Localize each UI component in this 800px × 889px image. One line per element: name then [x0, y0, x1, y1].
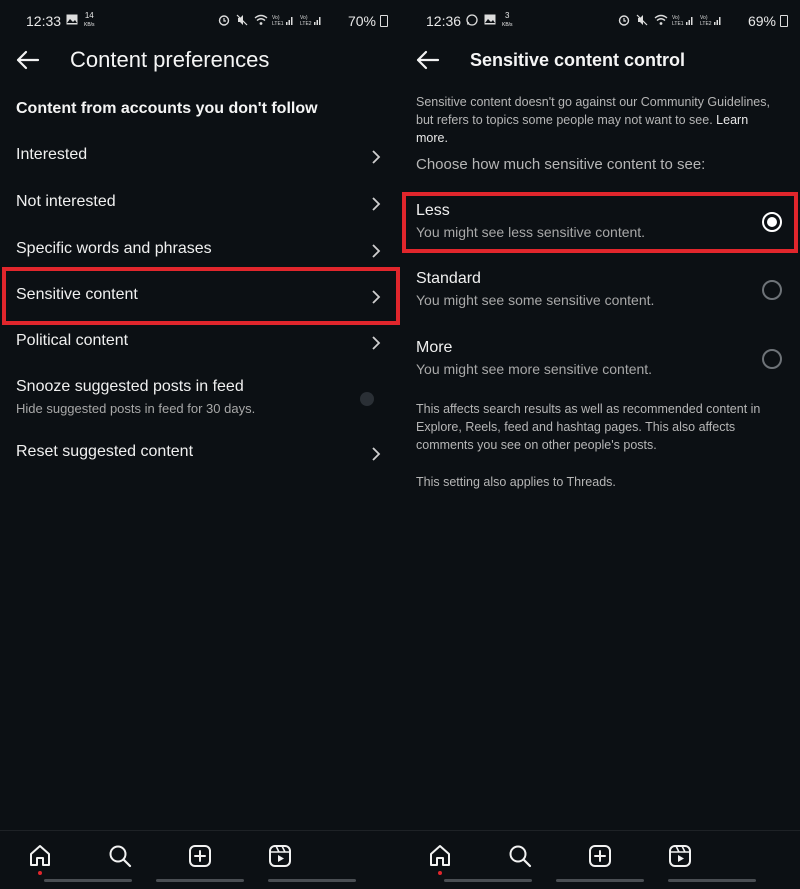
- page-title: Content preferences: [70, 47, 270, 72]
- create-icon[interactable]: [587, 843, 613, 869]
- menu-item-interested[interactable]: Interested: [0, 134, 400, 180]
- menu-item-label: Snooze suggested posts in feed: [16, 378, 244, 395]
- gesture-bar: [156, 879, 244, 882]
- reels-icon[interactable]: [267, 843, 293, 869]
- gallery-icon: [66, 14, 78, 28]
- menu-item-sublabel: Hide suggested posts in feed for 30 days…: [16, 401, 256, 416]
- menu-item-sensitive-content[interactable]: Sensitive content: [0, 274, 400, 320]
- notification-dot: [38, 871, 42, 875]
- chevron-right-icon: [370, 335, 382, 351]
- battery-icon: [380, 15, 388, 27]
- status-time: 12:33: [26, 13, 62, 29]
- notification-dot: [438, 871, 442, 875]
- chevron-right-icon: [370, 289, 382, 305]
- network-speed: 3 KB/s: [502, 11, 513, 29]
- gesture-bar: [268, 879, 356, 882]
- home-icon[interactable]: [427, 843, 453, 869]
- chevron-right-icon: [370, 149, 382, 165]
- menu-item-label: Sensitive content: [16, 286, 138, 303]
- network-speed: 14 KB/s: [84, 11, 95, 29]
- option-more[interactable]: More You might see more sensitive conten…: [400, 329, 800, 389]
- radio-selected[interactable]: [762, 212, 782, 232]
- whatsapp-icon: [466, 14, 478, 29]
- battery-percent: 70%: [347, 13, 376, 29]
- gesture-bar: [556, 879, 644, 882]
- chevron-right-icon: [370, 446, 382, 462]
- status-time: 12:36: [426, 13, 462, 29]
- create-icon[interactable]: [187, 843, 213, 869]
- menu-item-reset[interactable]: Reset suggested content: [0, 431, 400, 477]
- svg-text:LTE2: LTE2: [700, 21, 712, 26]
- menu-item-label: Reset suggested content: [16, 443, 194, 460]
- bottom-nav: [0, 830, 400, 889]
- section-heading: Content from accounts you don't follow: [16, 100, 318, 117]
- menu-item-snooze[interactable]: Snooze suggested posts in feed Hide sugg…: [0, 366, 400, 422]
- option-sublabel: You might see more sensitive content.: [416, 361, 653, 377]
- search-icon[interactable]: [107, 843, 133, 869]
- gesture-bar: [444, 879, 532, 882]
- signal-sim1-icon: Vo) LTE1: [272, 14, 293, 27]
- alarm-icon: [218, 14, 230, 29]
- status-bar: 12:33 14 KB/s Vo) LTE1 Vo) LTE2 70%: [0, 10, 400, 32]
- back-arrow-icon[interactable]: [414, 46, 442, 74]
- app-header: Sensitive content control: [400, 42, 800, 78]
- search-icon[interactable]: [507, 843, 533, 869]
- option-label: Standard: [416, 270, 481, 287]
- info-note: This affects search results as well as r…: [416, 402, 761, 452]
- radio-unselected[interactable]: [762, 349, 782, 369]
- back-arrow-icon[interactable]: [14, 46, 42, 74]
- wifi-icon: [254, 14, 268, 29]
- menu-item-not-interested[interactable]: Not interested: [0, 181, 400, 227]
- choose-prompt: Choose how much sensitive content to see…: [416, 156, 706, 173]
- signal-sim2-icon: Vo) LTE2: [300, 14, 321, 27]
- gesture-bar: [668, 879, 756, 882]
- option-label: Less: [416, 202, 450, 219]
- chevron-right-icon: [370, 196, 382, 212]
- sensitive-content-control-screen: 12:36 3 KB/s Vo) LTE1 Vo) LTE2 69% Sensi…: [400, 0, 800, 889]
- status-bar: 12:36 3 KB/s Vo) LTE1 Vo) LTE2 69%: [400, 10, 800, 32]
- wifi-icon: [654, 14, 668, 29]
- home-icon[interactable]: [27, 843, 53, 869]
- menu-item-specific-words[interactable]: Specific words and phrases: [0, 228, 400, 274]
- alarm-icon: [618, 14, 630, 29]
- screenshot-pair: 12:33 14 KB/s Vo) LTE1 Vo) LTE2 70% Cont…: [0, 0, 800, 889]
- option-less[interactable]: Less You might see less sensitive conten…: [400, 192, 800, 252]
- gallery-icon: [484, 14, 496, 28]
- option-sublabel: You might see some sensitive content.: [416, 292, 655, 308]
- mute-icon: [636, 14, 648, 29]
- menu-item-political-content[interactable]: Political content: [0, 320, 400, 366]
- svg-text:LTE1: LTE1: [672, 21, 684, 26]
- menu-item-label: Political content: [16, 332, 129, 349]
- radio-unselected[interactable]: [762, 280, 782, 300]
- snooze-toggle[interactable]: [360, 392, 374, 406]
- description-text: Sensitive content doesn't go against our…: [416, 95, 770, 145]
- reels-icon[interactable]: [667, 843, 693, 869]
- option-standard[interactable]: Standard You might see some sensitive co…: [400, 260, 800, 320]
- option-label: More: [416, 339, 453, 356]
- svg-text:LTE2: LTE2: [300, 21, 312, 26]
- battery-percent: 69%: [747, 13, 776, 29]
- threads-note: This setting also applies to Threads.: [416, 475, 616, 489]
- signal-sim2-icon: Vo) LTE2: [700, 14, 721, 27]
- page-title: Sensitive content control: [470, 50, 686, 70]
- battery-icon: [780, 15, 788, 27]
- menu-item-label: Not interested: [16, 193, 116, 210]
- bottom-nav: [400, 830, 800, 889]
- signal-sim1-icon: Vo) LTE1: [672, 14, 693, 27]
- menu-item-label: Interested: [16, 146, 88, 163]
- content-preferences-screen: 12:33 14 KB/s Vo) LTE1 Vo) LTE2 70% Cont…: [0, 0, 400, 889]
- gesture-bar: [44, 879, 132, 882]
- menu-item-label: Specific words and phrases: [16, 240, 212, 257]
- mute-icon: [236, 14, 248, 29]
- svg-text:LTE1: LTE1: [272, 21, 284, 26]
- chevron-right-icon: [370, 243, 382, 259]
- option-sublabel: You might see less sensitive content.: [416, 224, 646, 240]
- app-header: Content preferences: [0, 42, 400, 78]
